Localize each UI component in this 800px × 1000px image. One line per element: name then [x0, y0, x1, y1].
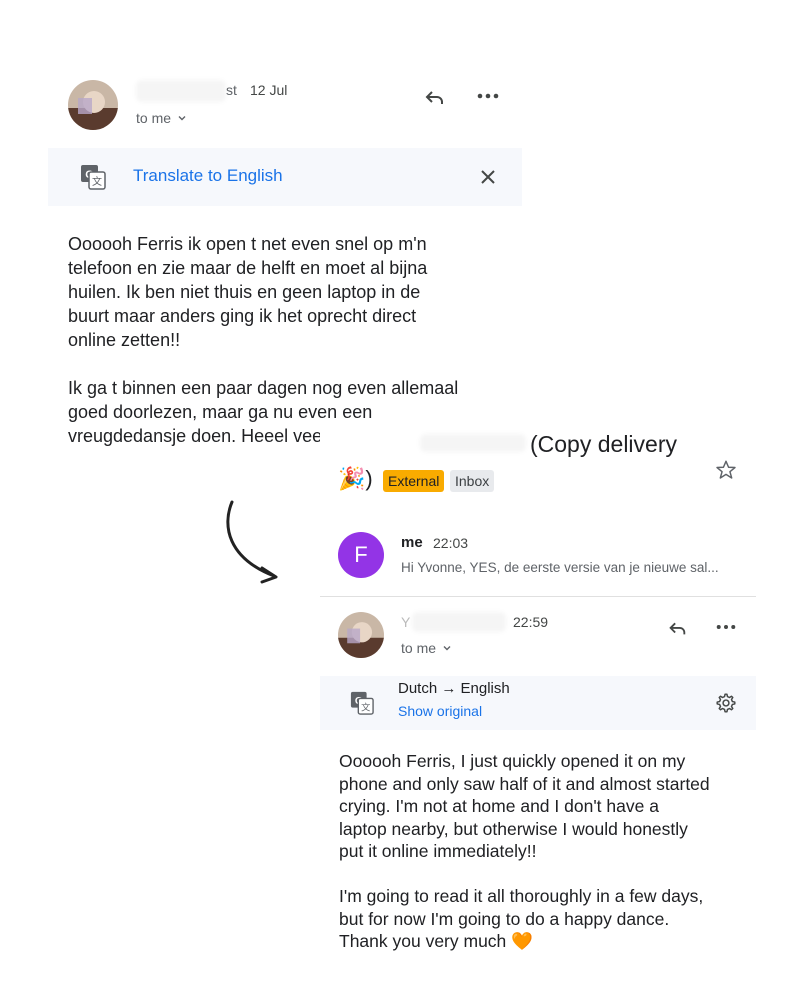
label-external[interactable]: External [383, 470, 445, 492]
sender-name-redacted [136, 80, 226, 102]
open-time: 22:59 [513, 614, 549, 630]
avatar-letter: F [354, 542, 368, 567]
reply-icon[interactable] [664, 614, 690, 640]
collapsed-time: 22:03 [433, 535, 469, 551]
original-message-body: Oooooh Ferris ik open t net even snel op… [68, 234, 459, 446]
open-sender-avatar[interactable] [338, 612, 384, 658]
translate-icon: G 文 [350, 691, 374, 720]
translate-to-english-link[interactable]: Translate to English [133, 166, 283, 186]
open-sender-visible: Y [401, 614, 411, 630]
svg-text:文: 文 [92, 175, 102, 188]
collapsed-message[interactable] [320, 518, 760, 594]
star-icon[interactable] [712, 456, 740, 484]
arrow-annotation [226, 500, 278, 584]
email-date: 12 Jul [250, 82, 288, 98]
chevron-down-icon [178, 116, 186, 121]
more-icon[interactable] [713, 614, 739, 640]
label-inbox[interactable]: Inbox [450, 470, 495, 492]
collapsed-sender: me [401, 534, 423, 551]
message-divider [320, 596, 756, 597]
open-recipient-label: to me [401, 640, 437, 656]
open-sender-redacted [412, 612, 506, 632]
translate-bar [48, 148, 522, 206]
chevron-down-icon [443, 646, 451, 651]
close-icon[interactable] [476, 165, 500, 189]
thread-subject: (Copy delivery [530, 431, 677, 457]
more-icon[interactable] [474, 82, 502, 110]
subject-emoji: 🎉) [338, 466, 373, 491]
open-recipient-toggle[interactable]: to me [401, 640, 452, 656]
settings-icon[interactable] [713, 690, 739, 716]
reply-icon[interactable] [420, 82, 448, 110]
collapsed-snippet: Hi Yvonne, YES, de eerste versie van je … [401, 560, 719, 575]
recipient-toggle[interactable]: to me [136, 110, 187, 126]
translated-message-body: Oooooh Ferris, I just quickly opened it … [339, 751, 710, 951]
sender-avatar[interactable] [68, 80, 118, 130]
sender-name-visible: st [226, 82, 237, 98]
translate-icon: G 文 [80, 164, 106, 195]
translation-bar [320, 676, 756, 730]
show-original-link[interactable]: Show original [398, 703, 482, 719]
recipient-label: to me [136, 110, 172, 126]
subject-redacted [420, 434, 526, 452]
svg-text:文: 文 [361, 701, 370, 713]
translation-languages: Dutch → English [398, 680, 510, 697]
avatar-me: F [338, 532, 384, 578]
